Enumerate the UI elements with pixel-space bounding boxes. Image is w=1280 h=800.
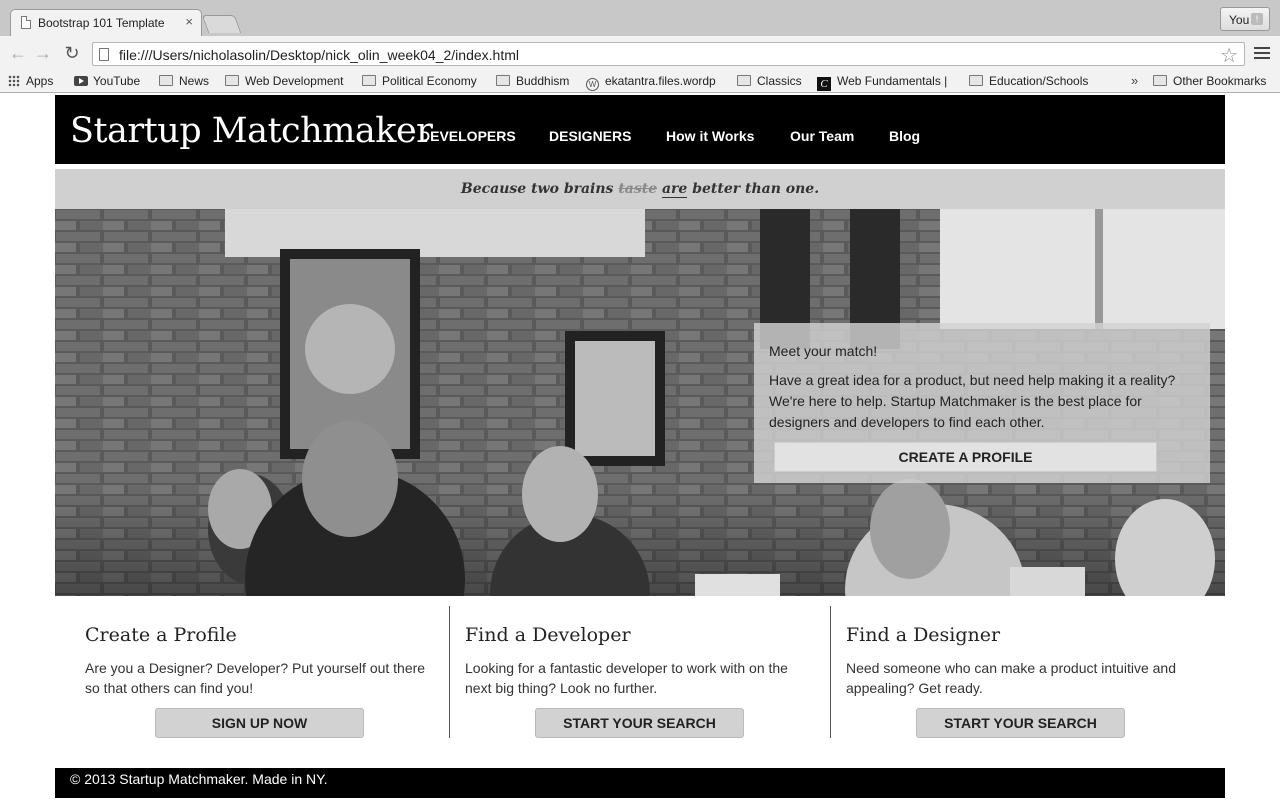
bookmark-label: ekatantra.files.wordp bbox=[605, 74, 716, 88]
apps-grid-icon bbox=[8, 75, 20, 87]
hero-text: Have a great idea for a product, but nee… bbox=[769, 372, 1176, 430]
site-brand[interactable]: Startup Matchmaker bbox=[70, 111, 433, 151]
folder-icon bbox=[362, 75, 376, 86]
profile-label: You bbox=[1229, 13, 1250, 27]
bookmark-ekatantra[interactable]: Wekatantra.files.wordp bbox=[586, 74, 716, 91]
profile-button[interactable]: You ! bbox=[1220, 7, 1270, 31]
tagline-underlined-word: are bbox=[661, 181, 688, 198]
bookmark-star-icon[interactable]: ☆ bbox=[1220, 43, 1238, 68]
bookmark-label: News bbox=[179, 74, 210, 88]
nav-blog[interactable]: Blog bbox=[889, 128, 920, 144]
bookmark-youtube[interactable]: YouTube bbox=[74, 74, 140, 90]
page-icon bbox=[99, 48, 109, 61]
bookmark-label: YouTube bbox=[93, 74, 141, 88]
tagline-before: Because two brains bbox=[460, 181, 614, 197]
create-profile-button[interactable]: CREATE A PROFILE bbox=[774, 442, 1157, 472]
bookmark-news[interactable]: News bbox=[159, 74, 209, 90]
bookmark-label: Classics bbox=[757, 74, 802, 88]
hero-callout: Meet your match! Have a great idea for a… bbox=[754, 323, 1210, 483]
folder-icon bbox=[737, 75, 751, 86]
feature-title: Create a Profile bbox=[85, 624, 237, 646]
bookmark-classics[interactable]: Classics bbox=[737, 74, 802, 90]
bookmark-web-development[interactable]: Web Development bbox=[225, 74, 344, 90]
footer-copyright: © 2013 Startup Matchmaker. Made in NY. bbox=[70, 771, 328, 787]
browser-tab[interactable]: Bootstrap 101 Template × bbox=[10, 9, 202, 36]
page-content: Startup Matchmaker DEVELOPERS DESIGNERS … bbox=[0, 94, 1280, 800]
folder-icon bbox=[969, 75, 983, 86]
tagline: Because two brains taste are better than… bbox=[55, 169, 1225, 209]
bookmark-buddhism[interactable]: Buddhism bbox=[496, 74, 569, 90]
hero-banner: Meet your match! Have a great idea for a… bbox=[55, 209, 1225, 596]
browser-toolbar: ← → ↻ file:///Users/nicholasolin/Desktop… bbox=[0, 36, 1280, 71]
feature-find-developer: Find a Developer Looking for a fantastic… bbox=[435, 606, 830, 738]
bookmarks-bar: Apps YouTube News Web Development Politi… bbox=[0, 71, 1280, 93]
folder-icon bbox=[1153, 75, 1167, 86]
feature-text: Are you a Designer? Developer? Put yours… bbox=[85, 660, 426, 696]
folder-icon bbox=[159, 75, 173, 86]
tagline-struck-word: taste bbox=[618, 181, 658, 197]
warning-icon: ! bbox=[1251, 13, 1263, 25]
forward-arrow-icon[interactable]: → bbox=[33, 44, 53, 64]
back-arrow-icon[interactable]: ← bbox=[8, 44, 28, 64]
bookmark-label: Web Fundamentals | bbox=[837, 74, 948, 88]
nav-our-team[interactable]: Our Team bbox=[790, 128, 854, 144]
address-bar[interactable]: file:///Users/nicholasolin/Desktop/nick_… bbox=[92, 42, 1245, 68]
feature-title: Find a Designer bbox=[846, 624, 1001, 646]
feature-text: Need someone who can make a product intu… bbox=[846, 660, 1176, 696]
more-bookmarks-chevron-icon[interactable]: » bbox=[1131, 73, 1138, 88]
folder-icon bbox=[496, 75, 510, 86]
tagline-after: better than one. bbox=[692, 181, 820, 197]
nav-developers[interactable]: DEVELOPERS bbox=[420, 128, 516, 144]
tab-title: Bootstrap 101 Template bbox=[38, 16, 165, 30]
site-footer: © 2013 Startup Matchmaker. Made in NY. bbox=[55, 768, 1225, 798]
browser-tab-strip: Bootstrap 101 Template × You ! bbox=[0, 0, 1280, 36]
c-logo-icon: C bbox=[817, 77, 831, 91]
feature-text: Looking for a fantastic developer to wor… bbox=[465, 660, 788, 696]
find-developer-search-button[interactable]: START YOUR SEARCH bbox=[535, 708, 744, 738]
url-text[interactable]: file:///Users/nicholasolin/Desktop/nick_… bbox=[119, 47, 519, 63]
bookmark-label: Political Economy bbox=[382, 74, 477, 88]
hamburger-menu-icon[interactable] bbox=[1254, 47, 1270, 61]
bookmark-political-economy[interactable]: Political Economy bbox=[362, 74, 477, 90]
bookmark-label: Web Development bbox=[245, 74, 344, 88]
sign-up-now-button[interactable]: SIGN UP NOW bbox=[155, 708, 364, 738]
feature-create-profile: Create a Profile Are you a Designer? Dev… bbox=[55, 606, 450, 738]
find-designer-search-button[interactable]: START YOUR SEARCH bbox=[916, 708, 1125, 738]
bookmark-apps[interactable]: Apps bbox=[8, 74, 53, 90]
folder-icon bbox=[225, 75, 239, 86]
tab-close-icon[interactable]: × bbox=[185, 14, 193, 29]
bookmark-other-bookmarks[interactable]: Other Bookmarks bbox=[1153, 74, 1266, 90]
wordpress-icon: W bbox=[586, 78, 599, 91]
page-icon bbox=[21, 16, 31, 29]
feature-find-designer: Find a Designer Need someone who can mak… bbox=[816, 606, 1211, 738]
site-navbar: Startup Matchmaker DEVELOPERS DESIGNERS … bbox=[55, 95, 1225, 164]
bookmark-education-schools[interactable]: Education/Schools bbox=[969, 74, 1088, 90]
nav-designers[interactable]: DESIGNERS bbox=[549, 128, 631, 144]
bookmark-label: Apps bbox=[26, 74, 54, 88]
feature-title: Find a Developer bbox=[465, 624, 631, 646]
reload-icon[interactable]: ↻ bbox=[62, 44, 82, 64]
new-tab-button[interactable] bbox=[201, 15, 242, 33]
bookmark-label: Education/Schools bbox=[989, 74, 1089, 88]
nav-how-it-works[interactable]: How it Works bbox=[666, 128, 754, 144]
bookmark-web-fundamentals[interactable]: C Web Fundamentals | bbox=[817, 74, 948, 91]
youtube-icon bbox=[74, 76, 88, 86]
bookmark-label: Other Bookmarks bbox=[1173, 74, 1267, 88]
hero-title: Meet your match! bbox=[769, 343, 878, 359]
bookmark-label: Buddhism bbox=[516, 74, 570, 88]
